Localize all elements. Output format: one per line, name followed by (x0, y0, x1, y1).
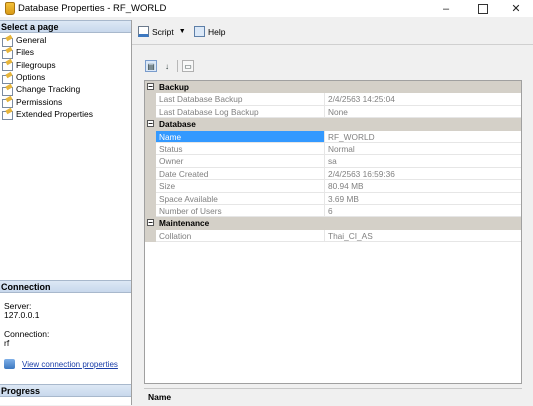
script-button[interactable]: Script ▼ (138, 26, 186, 37)
page-icon (2, 48, 13, 59)
property-value: 2/4/2563 14:25:04 (325, 93, 521, 106)
page-item-label: General (16, 35, 47, 46)
collapse-icon[interactable]: − (147, 219, 154, 227)
property-row[interactable]: Size 80.94 MB (145, 180, 521, 193)
view-connection-properties-link[interactable]: View connection properties (4, 359, 118, 369)
page-item-extended-properties[interactable]: Extended Properties (2, 108, 94, 121)
page-item-filegroups[interactable]: Filegroups (2, 59, 93, 72)
connection-header: Connection (0, 280, 131, 293)
page-icon (2, 36, 13, 47)
category-label: Backup (159, 82, 189, 92)
help-button[interactable]: Help (194, 26, 225, 37)
script-icon (138, 26, 149, 37)
page-item-label: Filegroups (16, 59, 56, 70)
title-bar: Database Properties - RF_WORLD – ✕ (0, 0, 533, 17)
maximize-button[interactable] (465, 0, 501, 17)
category-label: Maintenance (159, 218, 210, 229)
collapse-icon[interactable]: − (147, 120, 154, 128)
server-info: Server: 127.0.0.1 (4, 302, 39, 320)
database-icon (5, 2, 15, 15)
property-name: Date Created (156, 167, 325, 181)
page-item-options[interactable]: Options (2, 71, 93, 84)
page-icon (2, 85, 13, 96)
select-page-header: Select a page (0, 20, 131, 33)
minimize-button[interactable]: – (428, 0, 464, 17)
property-value: 80.94 MB (325, 180, 521, 193)
page-item-label: Permissions (16, 96, 63, 107)
page-item-label: Change Tracking (16, 84, 81, 95)
page-item-change-tracking[interactable]: Change Tracking (2, 83, 93, 96)
sort-alphabetical-icon[interactable]: ↓ (161, 60, 173, 72)
page-item-label: Options (16, 72, 46, 83)
category-maintenance[interactable]: − Maintenance (145, 217, 521, 230)
property-value: 3.69 MB (325, 193, 521, 205)
connection-info: Connection: rf (4, 330, 49, 348)
property-value: None (325, 106, 521, 119)
property-value: 2/4/2563 16:59:36 (325, 168, 521, 181)
chevron-down-icon[interactable]: ▼ (179, 28, 186, 35)
grid-toolbar: ▤ ↓ ▭ (145, 60, 194, 72)
property-row[interactable]: Collation Thai_CI_AS (145, 229, 521, 243)
property-row-selected[interactable]: Name RF_WORLD (145, 130, 521, 143)
property-name: Last Database Backup (156, 93, 325, 106)
page-item-label: Extended Properties (16, 108, 94, 119)
server-value: 127.0.0.1 (4, 310, 40, 320)
categorized-icon[interactable]: ▤ (145, 60, 157, 72)
property-grid[interactable]: − Backup Last Database Backup 2/4/2563 1… (144, 80, 522, 384)
page-icon (2, 109, 13, 121)
toolbar: Script ▼ Help (132, 20, 533, 45)
help-label: Help (208, 26, 226, 37)
page-icon (2, 73, 13, 84)
property-pages-icon[interactable]: ▭ (182, 60, 194, 72)
script-label: Script (152, 26, 174, 37)
property-name: Collation (156, 229, 325, 243)
property-row[interactable]: Owner sa (145, 155, 521, 168)
view-connection-link-text[interactable]: View connection properties (22, 360, 118, 369)
property-name: Name (156, 130, 325, 143)
description-panel-title: Name (144, 388, 522, 405)
page-item-label: Files (16, 47, 34, 58)
property-value: Normal (325, 143, 521, 156)
page-icon (2, 60, 13, 72)
category-backup[interactable]: − Backup (145, 81, 521, 94)
property-value: 6 (325, 205, 521, 218)
right-pane: Script ▼ Help ▤ ↓ ▭ − Backup Last Databa… (132, 20, 533, 405)
property-name: Size (156, 180, 325, 193)
close-button[interactable]: ✕ (498, 0, 533, 17)
page-icon (2, 97, 13, 109)
page-item-general[interactable]: General (2, 34, 93, 47)
category-label: Database (159, 119, 196, 130)
page-item-permissions[interactable]: Permissions (2, 95, 93, 109)
property-value: sa (325, 155, 521, 168)
property-name: Owner (156, 155, 325, 168)
property-value: Thai_CI_AS (325, 230, 521, 243)
toolbar-separator (177, 60, 178, 72)
property-name: Space Available (156, 192, 325, 205)
property-row[interactable]: Status Normal (145, 142, 521, 156)
collapse-icon[interactable]: − (147, 83, 154, 91)
property-row[interactable]: Space Available 3.69 MB (145, 192, 521, 205)
property-row[interactable]: Number of Users 6 (145, 204, 521, 218)
left-pane: Select a page General Files Filegroups O… (0, 20, 132, 405)
progress-header: Progress (0, 384, 131, 397)
page-list: General Files Filegroups Options Change … (2, 34, 94, 121)
property-row[interactable]: Last Database Backup 2/4/2563 14:25:04 (145, 93, 521, 106)
help-icon (194, 26, 205, 37)
connection-label: Connection: (4, 329, 50, 339)
property-name: Last Database Log Backup (156, 105, 325, 119)
category-database[interactable]: − Database (145, 118, 521, 131)
connection-properties-icon (4, 359, 15, 369)
page-item-files[interactable]: Files (2, 46, 93, 59)
property-row[interactable]: Date Created 2/4/2563 16:59:36 (145, 167, 521, 181)
window-title: Database Properties - RF_WORLD (18, 3, 167, 14)
property-name: Number of Users (156, 204, 325, 218)
property-value: RF_WORLD (325, 131, 521, 143)
connection-value: rf (4, 338, 10, 348)
property-row[interactable]: Last Database Log Backup None (145, 105, 521, 119)
maximize-icon (478, 3, 488, 14)
property-name: Status (156, 142, 325, 156)
